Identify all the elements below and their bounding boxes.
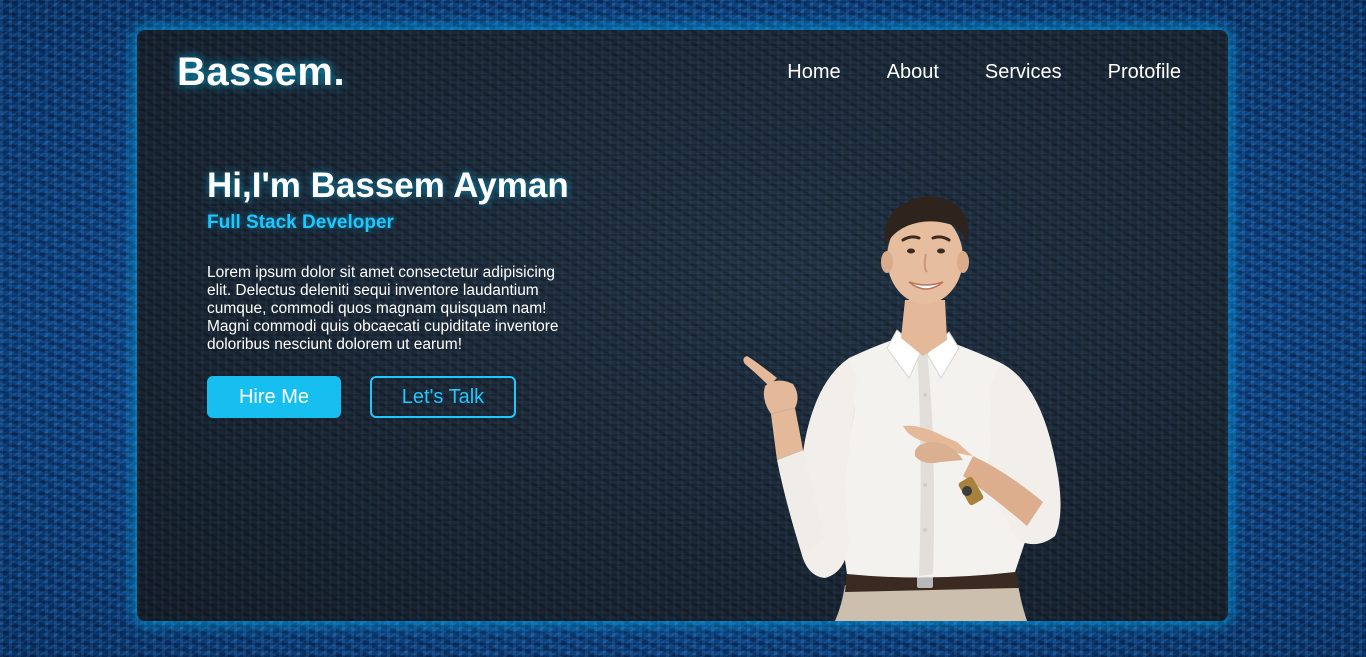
hero-card: Bassem. Home About Services Protofile Hi… xyxy=(137,30,1228,621)
hero-buttons: Hire Me Let's Talk xyxy=(207,376,587,418)
hero-subtitle: Full Stack Developer xyxy=(207,212,394,233)
hero-description: Lorem ipsum dolor sit amet consectetur a… xyxy=(207,264,559,353)
hire-me-button[interactable]: Hire Me xyxy=(207,376,341,418)
site-logo[interactable]: Bassem. xyxy=(177,50,345,95)
nav-link-portfolio[interactable]: Protofile xyxy=(1108,61,1181,84)
lets-talk-button[interactable]: Let's Talk xyxy=(370,376,516,418)
profile-photo xyxy=(743,196,1061,621)
nav-link-about[interactable]: About xyxy=(887,61,939,84)
main-nav: Home About Services Protofile xyxy=(787,61,1181,84)
hero-headline: Hi,I'm Bassem Ayman xyxy=(207,166,569,205)
hero-text-block: Hi,I'm Bassem Ayman Full Stack Developer… xyxy=(207,166,587,418)
nav-link-home[interactable]: Home xyxy=(787,61,840,84)
nav-link-services[interactable]: Services xyxy=(985,61,1062,84)
